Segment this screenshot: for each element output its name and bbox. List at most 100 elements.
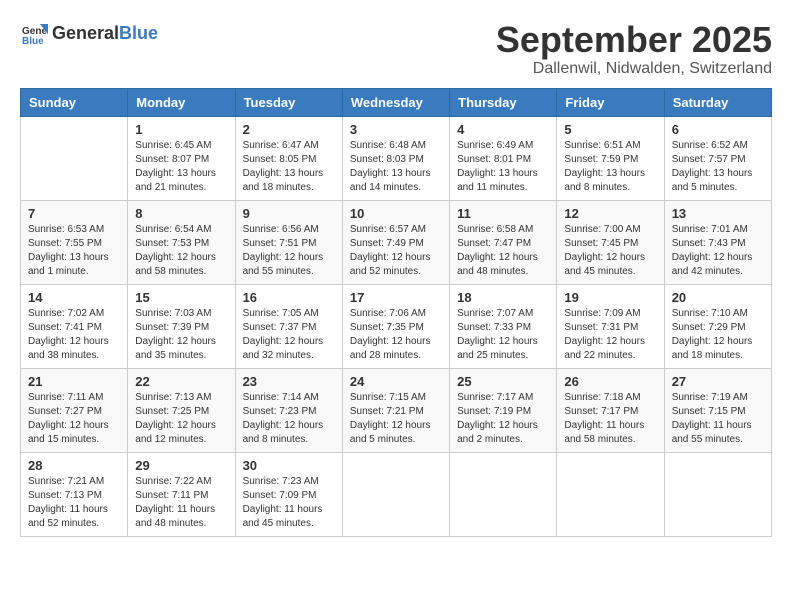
day-info: Sunrise: 7:15 AM Sunset: 7:21 PM Dayligh… [350, 391, 442, 447]
day-info: Sunrise: 7:03 AM Sunset: 7:39 PM Dayligh… [135, 307, 227, 363]
calendar-cell: 4 Sunrise: 6:49 AM Sunset: 8:01 PM Daylig… [450, 116, 557, 200]
day-number: 16 [243, 290, 335, 305]
calendar-cell: 21 Sunrise: 7:11 AM Sunset: 7:27 PM Dayli… [21, 368, 128, 452]
logo: General Blue GeneralBlue [20, 20, 158, 48]
day-number: 15 [135, 290, 227, 305]
day-number: 20 [672, 290, 764, 305]
day-info: Sunrise: 6:45 AM Sunset: 8:07 PM Dayligh… [135, 139, 227, 195]
calendar-header-row: SundayMondayTuesdayWednesdayThursdayFrid… [21, 88, 772, 116]
day-number: 2 [243, 122, 335, 137]
day-number: 14 [28, 290, 120, 305]
calendar-week-3: 14 Sunrise: 7:02 AM Sunset: 7:41 PM Dayli… [21, 284, 772, 368]
day-info: Sunrise: 7:06 AM Sunset: 7:35 PM Dayligh… [350, 307, 442, 363]
day-number: 9 [243, 206, 335, 221]
day-info: Sunrise: 7:21 AM Sunset: 7:13 PM Dayligh… [28, 475, 120, 531]
day-info: Sunrise: 7:07 AM Sunset: 7:33 PM Dayligh… [457, 307, 549, 363]
calendar-cell: 15 Sunrise: 7:03 AM Sunset: 7:39 PM Dayli… [128, 284, 235, 368]
day-info: Sunrise: 7:22 AM Sunset: 7:11 PM Dayligh… [135, 475, 227, 531]
day-info: Sunrise: 6:47 AM Sunset: 8:05 PM Dayligh… [243, 139, 335, 195]
day-number: 21 [28, 374, 120, 389]
calendar-cell [21, 116, 128, 200]
day-info: Sunrise: 7:17 AM Sunset: 7:19 PM Dayligh… [457, 391, 549, 447]
calendar-cell: 24 Sunrise: 7:15 AM Sunset: 7:21 PM Dayli… [342, 368, 449, 452]
title-area: September 2025 Dallenwil, Nidwalden, Swi… [496, 20, 772, 78]
day-number: 29 [135, 458, 227, 473]
calendar-cell: 23 Sunrise: 7:14 AM Sunset: 7:23 PM Dayli… [235, 368, 342, 452]
calendar-cell: 18 Sunrise: 7:07 AM Sunset: 7:33 PM Dayli… [450, 284, 557, 368]
day-info: Sunrise: 7:01 AM Sunset: 7:43 PM Dayligh… [672, 223, 764, 279]
day-number: 10 [350, 206, 442, 221]
calendar-cell: 1 Sunrise: 6:45 AM Sunset: 8:07 PM Daylig… [128, 116, 235, 200]
calendar-cell: 28 Sunrise: 7:21 AM Sunset: 7:13 PM Dayli… [21, 452, 128, 536]
logo-icon: General Blue [20, 20, 48, 48]
calendar-cell: 11Sunrise: 6:58 AM Sunset: 7:47 PM Dayli… [450, 200, 557, 284]
calendar-week-4: 21 Sunrise: 7:11 AM Sunset: 7:27 PM Dayli… [21, 368, 772, 452]
header-day-friday: Friday [557, 88, 664, 116]
day-number: 18 [457, 290, 549, 305]
calendar-cell [450, 452, 557, 536]
day-info: Sunrise: 6:53 AM Sunset: 7:55 PM Dayligh… [28, 223, 120, 279]
day-info: Sunrise: 7:02 AM Sunset: 7:41 PM Dayligh… [28, 307, 120, 363]
calendar-cell: 14 Sunrise: 7:02 AM Sunset: 7:41 PM Dayli… [21, 284, 128, 368]
svg-text:Blue: Blue [22, 36, 44, 47]
day-number: 26 [564, 374, 656, 389]
day-number: 4 [457, 122, 549, 137]
header-day-tuesday: Tuesday [235, 88, 342, 116]
calendar-cell [342, 452, 449, 536]
day-number: 1 [135, 122, 227, 137]
calendar-cell: 19Sunrise: 7:09 AM Sunset: 7:31 PM Dayli… [557, 284, 664, 368]
day-info: Sunrise: 6:56 AM Sunset: 7:51 PM Dayligh… [243, 223, 335, 279]
day-number: 6 [672, 122, 764, 137]
calendar-cell: 6 Sunrise: 6:52 AM Sunset: 7:57 PM Daylig… [664, 116, 771, 200]
header-day-thursday: Thursday [450, 88, 557, 116]
calendar-cell: 22 Sunrise: 7:13 AM Sunset: 7:25 PM Dayli… [128, 368, 235, 452]
day-info: Sunrise: 7:23 AM Sunset: 7:09 PM Dayligh… [243, 475, 335, 531]
day-number: 3 [350, 122, 442, 137]
calendar-cell: 5 Sunrise: 6:51 AM Sunset: 7:59 PM Daylig… [557, 116, 664, 200]
day-info: Sunrise: 7:10 AM Sunset: 7:29 PM Dayligh… [672, 307, 764, 363]
day-info: Sunrise: 6:49 AM Sunset: 8:01 PM Dayligh… [457, 139, 549, 195]
day-info: Sunrise: 6:57 AM Sunset: 7:49 PM Dayligh… [350, 223, 442, 279]
calendar-week-1: 1 Sunrise: 6:45 AM Sunset: 8:07 PM Daylig… [21, 116, 772, 200]
calendar-cell: 8 Sunrise: 6:54 AM Sunset: 7:53 PM Daylig… [128, 200, 235, 284]
calendar-week-2: 7Sunrise: 6:53 AM Sunset: 7:55 PM Daylig… [21, 200, 772, 284]
day-number: 25 [457, 374, 549, 389]
calendar-cell: 13 Sunrise: 7:01 AM Sunset: 7:43 PM Dayli… [664, 200, 771, 284]
calendar-cell: 12Sunrise: 7:00 AM Sunset: 7:45 PM Dayli… [557, 200, 664, 284]
day-info: Sunrise: 6:48 AM Sunset: 8:03 PM Dayligh… [350, 139, 442, 195]
day-number: 11 [457, 206, 549, 221]
day-info: Sunrise: 7:14 AM Sunset: 7:23 PM Dayligh… [243, 391, 335, 447]
day-info: Sunrise: 6:51 AM Sunset: 7:59 PM Dayligh… [564, 139, 656, 195]
header-day-saturday: Saturday [664, 88, 771, 116]
day-info: Sunrise: 6:52 AM Sunset: 7:57 PM Dayligh… [672, 139, 764, 195]
header-day-sunday: Sunday [21, 88, 128, 116]
day-number: 17 [350, 290, 442, 305]
day-number: 8 [135, 206, 227, 221]
day-number: 13 [672, 206, 764, 221]
day-number: 24 [350, 374, 442, 389]
day-info: Sunrise: 7:11 AM Sunset: 7:27 PM Dayligh… [28, 391, 120, 447]
day-info: Sunrise: 7:18 AM Sunset: 7:17 PM Dayligh… [564, 391, 656, 447]
day-info: Sunrise: 7:13 AM Sunset: 7:25 PM Dayligh… [135, 391, 227, 447]
calendar-cell: 3 Sunrise: 6:48 AM Sunset: 8:03 PM Daylig… [342, 116, 449, 200]
day-number: 28 [28, 458, 120, 473]
calendar-cell: 10 Sunrise: 6:57 AM Sunset: 7:49 PM Dayli… [342, 200, 449, 284]
day-info: Sunrise: 6:54 AM Sunset: 7:53 PM Dayligh… [135, 223, 227, 279]
calendar-cell: 17 Sunrise: 7:06 AM Sunset: 7:35 PM Dayli… [342, 284, 449, 368]
day-number: 5 [564, 122, 656, 137]
calendar-cell: 29 Sunrise: 7:22 AM Sunset: 7:11 PM Dayli… [128, 452, 235, 536]
day-number: 27 [672, 374, 764, 389]
calendar-cell: 2 Sunrise: 6:47 AM Sunset: 8:05 PM Daylig… [235, 116, 342, 200]
day-number: 23 [243, 374, 335, 389]
day-info: Sunrise: 7:05 AM Sunset: 7:37 PM Dayligh… [243, 307, 335, 363]
calendar-cell: 7Sunrise: 6:53 AM Sunset: 7:55 PM Daylig… [21, 200, 128, 284]
calendar: SundayMondayTuesdayWednesdayThursdayFrid… [20, 88, 772, 537]
calendar-cell: 9 Sunrise: 6:56 AM Sunset: 7:51 PM Daylig… [235, 200, 342, 284]
location-title: Dallenwil, Nidwalden, Switzerland [496, 60, 772, 78]
calendar-cell: 26 Sunrise: 7:18 AM Sunset: 7:17 PM Dayli… [557, 368, 664, 452]
calendar-cell: 27Sunrise: 7:19 AM Sunset: 7:15 PM Dayli… [664, 368, 771, 452]
calendar-cell: 30Sunrise: 7:23 AM Sunset: 7:09 PM Dayli… [235, 452, 342, 536]
calendar-cell [664, 452, 771, 536]
logo-text: GeneralBlue [52, 24, 158, 44]
day-number: 22 [135, 374, 227, 389]
